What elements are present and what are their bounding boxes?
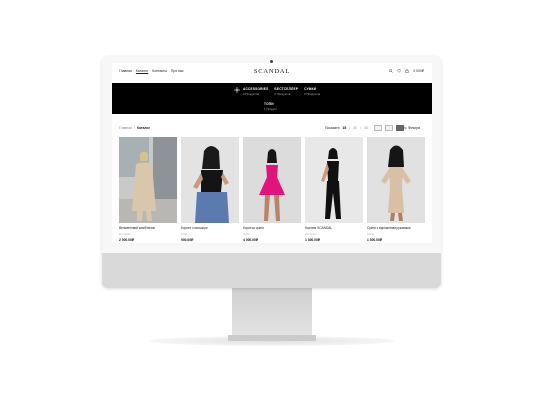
product-price: 1 300.00₽ (367, 238, 382, 242)
product-image-model (305, 137, 363, 223)
filter-icon (403, 126, 407, 130)
category-name: СУМКИ (304, 87, 317, 91)
page-size-option-30[interactable]: 30 (353, 126, 357, 130)
page-size-label: Показати (325, 126, 340, 130)
view-toggle (374, 125, 404, 131)
nav-icons: 0 000₽ (389, 69, 424, 73)
product-category: Топи (181, 232, 188, 236)
category-item-accessories[interactable]: ACCESSORIES 0 Продуктов (243, 87, 268, 96)
monitor-stand (232, 288, 312, 336)
category-count: 0 Продуктов (243, 92, 259, 96)
category-bar: ACCESSORIES 0 Продуктов БЕСТСЕЛЛЕР 0 Про… (112, 83, 432, 114)
product-photo[interactable] (367, 137, 425, 223)
category-count: 0 Продуктов (304, 92, 321, 96)
monitor-chin (102, 253, 441, 288)
page-size-option-15[interactable]: 15 (343, 126, 347, 130)
product-photo[interactable] (305, 137, 363, 223)
breadcrumb-home[interactable]: Главная (119, 126, 132, 130)
category-list: ACCESSORIES 0 Продуктов БЕСТСЕЛЛЕР 0 Про… (243, 87, 320, 96)
category-name: БЕСТСЕЛЛЕР (274, 87, 299, 91)
top-nav: Главная Каталог Контакты Про нас SCANDAL… (112, 63, 432, 83)
filters-button[interactable]: Фільтри (403, 126, 420, 130)
product-photo[interactable] (243, 137, 301, 223)
heart-icon[interactable] (397, 69, 402, 73)
product-price: 2 000.00₽ (119, 238, 134, 242)
list-view-icon[interactable] (374, 125, 382, 131)
page-size-selector: Показати 15 / 30 / 45 (325, 126, 368, 130)
product-image-model (243, 137, 301, 223)
monitor-foot (228, 335, 316, 341)
category-item-bags[interactable]: СУМКИ 0 Продуктов (304, 87, 320, 96)
product-name[interactable]: Корсет з екошкіри (181, 226, 208, 230)
category-count: 0 Продуктов (274, 92, 291, 96)
product-price: 900.00₽ (181, 238, 194, 242)
page-size-separator: / (360, 126, 362, 130)
product-category: Костюми (119, 232, 131, 236)
page-size-option-45[interactable]: 45 (364, 126, 368, 130)
product-category: Костюми (305, 232, 317, 236)
category-item-bestseller[interactable]: БЕСТСЕЛЛЕР 0 Продуктов (274, 87, 298, 96)
product-photo[interactable] (181, 137, 239, 223)
category-name: ACCESSORIES (243, 87, 269, 91)
grid-view-icon[interactable] (385, 125, 393, 131)
product-name[interactable]: Костюм SCANDAL (305, 226, 332, 230)
site-logo[interactable]: SCANDAL (112, 68, 432, 75)
page-size-separator: / (349, 126, 351, 130)
search-icon[interactable] (389, 69, 394, 73)
category-name: ТОПИ (264, 102, 274, 106)
product-name[interactable]: Сукня з вирізанням рукавами (367, 226, 411, 230)
flower-icon (234, 87, 240, 93)
breadcrumb-current: Каталог (136, 126, 150, 130)
category-count: 1 Продукт (264, 107, 277, 111)
product-category: Сукні (243, 232, 250, 236)
category-item-tops[interactable]: ТОПИ 1 Продукт (264, 102, 277, 111)
breadcrumb-separator: / (133, 126, 135, 130)
product-category: Сукні (367, 232, 374, 236)
breadcrumb: Главная / Каталог (119, 126, 150, 130)
product-image-model (119, 137, 177, 223)
filters-label: Фільтри (408, 126, 421, 130)
cart-total[interactable]: 0 000₽ (413, 69, 424, 73)
product-price: 4 000.00₽ (243, 238, 258, 242)
cart-icon[interactable] (405, 69, 409, 73)
product-name[interactable]: Коротка сукня (243, 226, 264, 230)
product-name[interactable]: Вельветовий комбінезон (119, 226, 155, 230)
catalog-toolbar: Главная / Каталог Показати 15 / 30 / 45 … (112, 123, 432, 133)
product-image-model (181, 137, 239, 223)
product-image-model (367, 137, 425, 223)
screen: Главная Каталог Контакты Про нас SCANDAL… (112, 63, 432, 243)
product-price: 1 300.00₽ (305, 238, 320, 242)
product-photo[interactable] (119, 137, 177, 223)
